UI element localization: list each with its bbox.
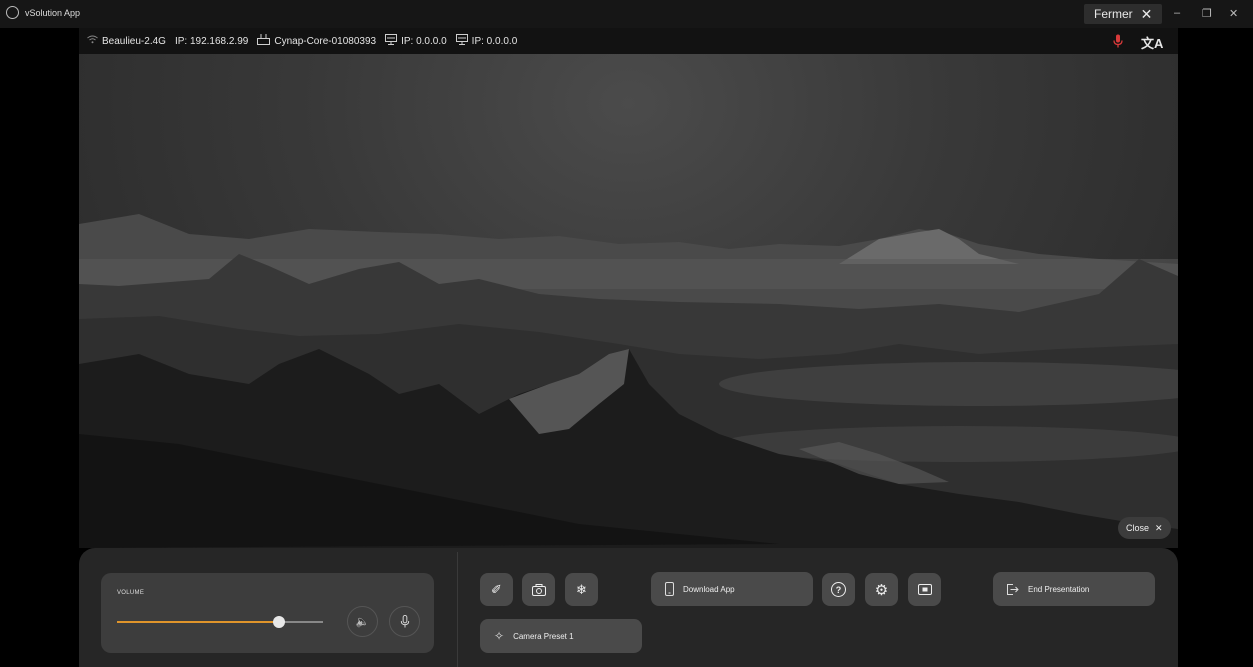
speaker-icon: 🔈 bbox=[355, 616, 370, 628]
camera-icon bbox=[531, 583, 546, 596]
panel-divider bbox=[457, 552, 458, 667]
minimize-icon[interactable]: – bbox=[1174, 7, 1180, 19]
wifi-icon bbox=[87, 35, 98, 47]
fermer-button[interactable]: Fermer ✕ bbox=[1084, 4, 1163, 24]
screen-button[interactable] bbox=[908, 573, 941, 606]
monitor-icon bbox=[455, 34, 468, 48]
monitor-icon bbox=[385, 34, 398, 48]
volume-slider-thumb[interactable] bbox=[273, 616, 285, 628]
device-status: Cynap-Core-01080393 bbox=[257, 34, 376, 48]
camera-preset-button[interactable]: ✧ Camera Preset 1 bbox=[480, 619, 642, 653]
wifi-status: Beaulieu-2.4G bbox=[87, 35, 166, 47]
pen-icon: ✐ bbox=[491, 581, 502, 597]
app-title: vSolution App bbox=[25, 8, 81, 18]
presentation-view bbox=[79, 54, 1178, 548]
lan1-ip: IP: 0.0.0.0 bbox=[401, 35, 447, 47]
close-icon: ✕ bbox=[1155, 522, 1163, 533]
status-bar: Beaulieu-2.4G IP: 192.168.2.99 Cynap-Cor… bbox=[79, 28, 1178, 54]
exit-icon bbox=[1007, 583, 1019, 595]
network-device-icon bbox=[257, 34, 271, 48]
wifi-ip: IP: 192.168.2.99 bbox=[174, 35, 249, 47]
wifi-name: Beaulieu-2.4G bbox=[102, 35, 166, 47]
freeze-button[interactable]: ❄ bbox=[565, 573, 598, 606]
help-button[interactable]: ? bbox=[822, 573, 855, 606]
lan1-status: IP: 0.0.0.0 bbox=[385, 34, 447, 48]
lan2-status: IP: 0.0.0.0 bbox=[455, 34, 518, 48]
smartphone-icon bbox=[665, 582, 674, 596]
gear-icon: ⚙ bbox=[874, 581, 889, 599]
help-icon: ? bbox=[831, 582, 846, 597]
close-presentation-button[interactable]: Close ✕ bbox=[1118, 517, 1171, 539]
mic-muted-icon[interactable] bbox=[1113, 34, 1123, 48]
translate-icon[interactable]: 文A bbox=[1141, 33, 1163, 52]
end-presentation-label: End Presentation bbox=[1028, 584, 1090, 594]
volume-card bbox=[101, 573, 434, 653]
screen-icon bbox=[917, 584, 932, 595]
microphone-button[interactable] bbox=[389, 606, 420, 637]
annotate-button[interactable]: ✐ bbox=[480, 573, 513, 606]
close-icon: ✕ bbox=[1140, 5, 1153, 22]
camera-preset-label: Camera Preset 1 bbox=[513, 631, 574, 641]
settings-button[interactable]: ⚙ bbox=[865, 573, 898, 606]
window-close-icon[interactable]: ✕ bbox=[1229, 7, 1238, 20]
download-app-label: Download App bbox=[683, 584, 735, 594]
volume-slider-fill[interactable] bbox=[117, 621, 279, 623]
speaker-button[interactable]: 🔈 bbox=[347, 606, 378, 637]
volume-slider-track[interactable] bbox=[279, 621, 323, 623]
snowflake-icon: ❄ bbox=[576, 581, 587, 597]
app-logo-icon bbox=[6, 6, 19, 19]
lan2-ip: IP: 0.0.0.0 bbox=[471, 35, 518, 47]
close-presentation-label: Close bbox=[1126, 523, 1150, 533]
mountain-landscape-image bbox=[79, 214, 1178, 548]
end-presentation-button[interactable]: End Presentation bbox=[993, 572, 1155, 606]
microphone-icon bbox=[400, 615, 409, 628]
magic-wand-icon: ✧ bbox=[494, 629, 505, 643]
restore-icon[interactable]: ❐ bbox=[1202, 7, 1212, 20]
fermer-label: Fermer bbox=[1094, 7, 1133, 21]
volume-label: VOLUME bbox=[117, 590, 145, 596]
screenshot-button[interactable] bbox=[522, 573, 555, 606]
window-titlebar: vSolution App Fermer ✕ – ❐ ✕ bbox=[0, 0, 1253, 28]
device-name: Cynap-Core-01080393 bbox=[274, 35, 377, 47]
download-app-button[interactable]: Download App bbox=[651, 572, 813, 606]
